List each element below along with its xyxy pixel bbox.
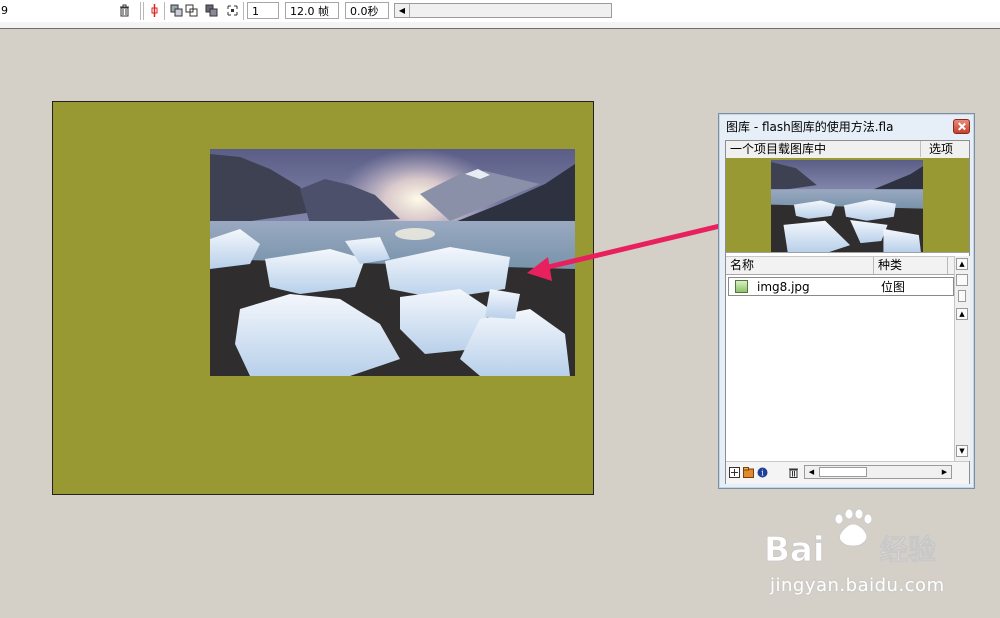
baidu-logo: Bai 经验 — [764, 508, 936, 570]
logo-text: Bai — [764, 530, 825, 570]
onion-skin-icon[interactable] — [170, 4, 183, 17]
wide-view-icon[interactable] — [956, 274, 968, 286]
onion-skin-outlines-icon[interactable] — [185, 4, 198, 17]
properties-icon[interactable]: i — [757, 467, 768, 478]
scroll-left-icon[interactable]: ◀ — [395, 4, 410, 17]
elapsed-time-field: 0.0秒 — [345, 2, 389, 19]
watermark-url: jingyan.baidu.com — [770, 575, 945, 596]
library-item-row[interactable]: img8.jpg 位图 — [728, 277, 954, 296]
column-kind[interactable]: 种类 — [874, 257, 948, 274]
library-body: 一个项目载图库中 选项 名称 种类 img8.jpg 位图 ▲ ▲ ▼ i ◀ … — [725, 140, 970, 484]
trash-icon[interactable] — [118, 4, 131, 17]
library-panel: 图库 - flash图库的使用方法.fla 一个项目载图库中 选项 名称 种类 … — [718, 113, 975, 489]
scroll-thumb[interactable] — [819, 467, 867, 477]
scroll-right-icon[interactable]: ▶ — [938, 466, 951, 478]
library-preview — [726, 158, 969, 253]
new-symbol-icon[interactable] — [729, 467, 740, 478]
sort-order-icon[interactable]: ▲ — [956, 258, 968, 270]
frame-rate-field[interactable]: 12.0 帧 — [285, 2, 339, 19]
library-column-header: 名称 种类 — [726, 256, 954, 275]
timeline-divider — [0, 22, 1000, 29]
bitmap-icon — [735, 280, 748, 293]
modify-onion-markers-icon[interactable] — [226, 4, 239, 17]
logo-suffix: 经验 — [880, 533, 936, 566]
stage[interactable] — [52, 101, 594, 495]
timeline-scrollbar[interactable]: ◀ — [394, 3, 612, 18]
layer-glyph: 9 — [1, 4, 8, 17]
scroll-up-icon[interactable]: ▲ — [956, 308, 968, 320]
svg-text:i: i — [761, 469, 764, 478]
library-horizontal-scrollbar[interactable]: ◀ ▶ — [804, 465, 952, 479]
glacier-photo[interactable] — [210, 149, 575, 376]
center-frame-icon[interactable] — [148, 4, 161, 17]
library-item-count: 一个项目载图库中 — [730, 142, 827, 156]
library-options-menu[interactable]: 选项 — [920, 141, 961, 157]
library-vertical-scrollbar[interactable]: ▲ ▲ ▼ — [954, 256, 970, 461]
baidu-jingyan-watermark: Bai 经验 jingyan.baidu.com — [760, 505, 960, 600]
new-folder-icon[interactable] — [743, 467, 754, 478]
column-name[interactable]: 名称 — [726, 257, 874, 274]
delete-icon[interactable] — [788, 467, 799, 478]
narrow-view-icon[interactable] — [958, 290, 966, 302]
current-frame-field: 1 — [247, 2, 279, 19]
library-title: 图库 - flash图库的使用方法.fla — [726, 120, 894, 134]
timeline-toolbar: 9 1 12.0 帧 0.0秒 ◀ — [0, 0, 1000, 29]
library-item-name: img8.jpg — [757, 280, 810, 294]
preview-thumbnail — [771, 160, 923, 252]
library-header: 一个项目载图库中 选项 — [726, 141, 969, 159]
scroll-left-icon[interactable]: ◀ — [805, 466, 818, 478]
edit-multiple-frames-icon[interactable] — [205, 4, 218, 17]
library-item-kind: 位图 — [881, 280, 906, 294]
library-titlebar[interactable]: 图库 - flash图库的使用方法.fla — [723, 118, 970, 136]
library-footer: i ◀ ▶ — [726, 461, 969, 484]
scroll-down-icon[interactable]: ▼ — [956, 445, 968, 457]
close-icon[interactable] — [953, 119, 970, 134]
